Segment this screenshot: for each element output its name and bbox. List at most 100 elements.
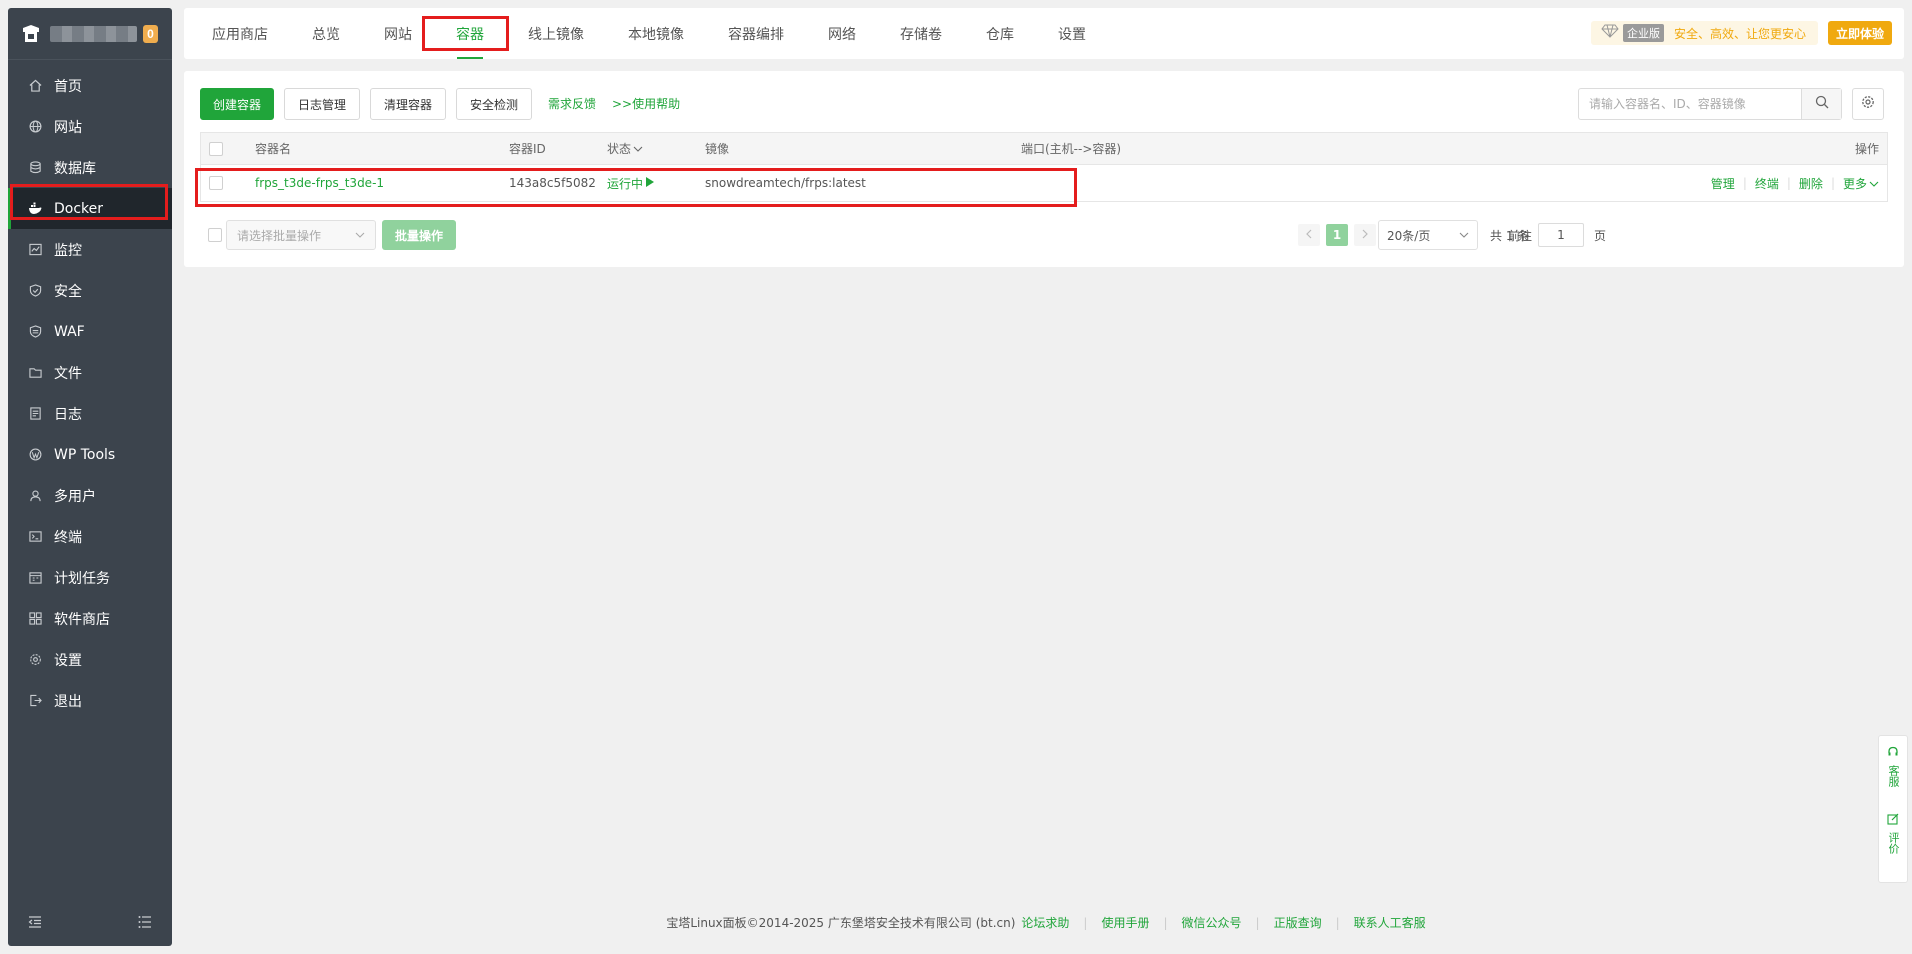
sidebar-item-label: 软件商店 [54, 611, 110, 628]
docker-icon [28, 202, 42, 216]
col-id: 容器ID [509, 142, 546, 156]
copyright-text: 宝塔Linux面板©2014-2025 广东堡塔安全技术有限公司 (bt.cn) [666, 916, 1016, 930]
wechat-link[interactable]: 微信公众号 [1182, 914, 1242, 931]
floating-support-widget: 客服 评价 [1878, 735, 1908, 883]
sidebar-item-label: 安全 [54, 283, 82, 300]
separator: | [1335, 915, 1340, 930]
notification-badge[interactable]: 0 [142, 24, 158, 43]
security-scan-button[interactable]: 安全检测 [456, 88, 532, 120]
sidebar-item-home[interactable]: 首页 [8, 65, 172, 106]
sidebar-item-security[interactable]: 安全 [8, 270, 172, 311]
search-icon [1815, 95, 1829, 113]
feedback-link[interactable]: 需求反馈 [548, 95, 596, 112]
column-settings-button[interactable] [1852, 88, 1884, 120]
sidebar-item-multi-user[interactable]: 多用户 [8, 475, 172, 516]
license-check-link[interactable]: 正版查询 [1274, 914, 1322, 931]
chevron-down-icon [1459, 228, 1469, 242]
container-status[interactable]: 运行中 [607, 165, 655, 201]
sidebar-item-wp-tools[interactable]: WP Tools [8, 434, 172, 475]
next-page-button[interactable] [1354, 224, 1376, 246]
users-icon [28, 489, 42, 503]
container-name-link[interactable]: frps_t3de-frps_t3de-1 [255, 165, 384, 201]
manage-link[interactable]: 管理 [1711, 175, 1735, 192]
chevron-right-icon [1361, 228, 1369, 242]
logout-icon [28, 694, 42, 708]
page-size-select[interactable]: 20条/页 [1378, 220, 1478, 250]
review-button[interactable]: 评价 [1887, 813, 1900, 854]
sidebar-item-logout[interactable]: 退出 [8, 680, 172, 721]
sidebar-item-logs[interactable]: 日志 [8, 393, 172, 434]
sidebar-item-docker[interactable]: Docker [8, 188, 172, 229]
search-input[interactable] [1579, 89, 1801, 119]
help-link[interactable]: >>使用帮助 [612, 95, 680, 112]
goto-page-input[interactable] [1538, 223, 1584, 247]
sidebar-item-website[interactable]: 网站 [8, 106, 172, 147]
folder-icon [28, 366, 42, 380]
shield-icon [28, 284, 42, 298]
clean-containers-button[interactable]: 清理容器 [370, 88, 446, 120]
tab-compose[interactable]: 容器编排 [706, 8, 806, 59]
forum-link[interactable]: 论坛求助 [1021, 914, 1069, 931]
tab-network[interactable]: 网络 [806, 8, 878, 59]
gear-icon [28, 653, 42, 667]
bt-logo-icon[interactable] [22, 24, 40, 44]
sidebar-item-database[interactable]: 数据库 [8, 147, 172, 188]
contact-support-link[interactable]: 联系人工客服 [1354, 914, 1426, 931]
sidebar-item-label: 日志 [54, 406, 82, 423]
select-all-checkbox[interactable] [209, 141, 223, 156]
sidebar: 0 首页 网站 数据库 Docker 监控 安全 WAF 文件 日志 WP To… [8, 8, 172, 946]
sidebar-item-label: 终端 [54, 529, 82, 546]
manual-link[interactable]: 使用手册 [1101, 914, 1149, 931]
footer-select-all-checkbox[interactable] [208, 228, 222, 242]
home-icon [28, 79, 42, 93]
sidebar-item-cron[interactable]: 计划任务 [8, 557, 172, 598]
tab-registry[interactable]: 仓库 [964, 8, 1036, 59]
try-now-button[interactable]: 立即体验 [1827, 21, 1892, 45]
tab-containers[interactable]: 容器 [434, 8, 506, 59]
enterprise-box[interactable]: 企业版 安全、高效、让您更安心 [1590, 21, 1818, 45]
monitor-icon [28, 243, 42, 257]
sidebar-item-waf[interactable]: WAF [8, 311, 172, 352]
batch-select-placeholder: 请选择批量操作 [237, 228, 322, 243]
batch-operation-button[interactable]: 批量操作 [382, 220, 456, 250]
tab-website[interactable]: 网站 [362, 8, 434, 59]
sidebar-item-label: 首页 [54, 78, 82, 95]
tab-settings[interactable]: 设置 [1036, 8, 1108, 59]
customer-service-label: 客服 [1887, 765, 1900, 787]
tab-app-store[interactable]: 应用商店 [190, 8, 290, 59]
col-status[interactable]: 状态 [607, 133, 643, 164]
tab-overview[interactable]: 总览 [290, 8, 362, 59]
waf-icon [28, 325, 42, 339]
terminal-link[interactable]: 终端 [1755, 175, 1779, 192]
create-container-button[interactable]: 创建容器 [200, 88, 274, 120]
sidebar-item-settings[interactable]: 设置 [8, 639, 172, 680]
search-button[interactable] [1801, 89, 1841, 119]
current-page[interactable]: 1 [1326, 224, 1348, 246]
tab-volumes[interactable]: 存储卷 [878, 8, 964, 59]
page-footer: 宝塔Linux面板©2014-2025 广东堡塔安全技术有限公司 (bt.cn)… [0, 914, 1912, 931]
log-management-button[interactable]: 日志管理 [284, 88, 360, 120]
headset-icon [1887, 746, 1899, 761]
sidebar-item-terminal[interactable]: 终端 [8, 516, 172, 557]
globe-icon [28, 120, 42, 134]
separator: | [1255, 915, 1260, 930]
delete-link[interactable]: 删除 [1799, 175, 1823, 192]
enterprise-tag: 企业版 [1622, 24, 1664, 42]
customer-service-button[interactable]: 客服 [1887, 746, 1900, 787]
calendar-icon [28, 571, 42, 585]
row-checkbox[interactable] [209, 176, 223, 190]
prev-page-button[interactable] [1298, 224, 1320, 246]
tab-local-images[interactable]: 本地镜像 [606, 8, 706, 59]
goto-label: 前往 [1508, 228, 1533, 243]
sidebar-item-store[interactable]: 软件商店 [8, 598, 172, 639]
sidebar-item-files[interactable]: 文件 [8, 352, 172, 393]
batch-operation-select[interactable]: 请选择批量操作 [226, 220, 376, 250]
sidebar-item-monitor[interactable]: 监控 [8, 229, 172, 270]
sidebar-item-label: 数据库 [54, 160, 96, 177]
more-dropdown[interactable]: 更多 [1843, 175, 1879, 192]
play-icon [646, 176, 655, 190]
container-id: 143a8c5f5082 [509, 176, 596, 190]
tab-online-images[interactable]: 线上镜像 [506, 8, 606, 59]
page-suffix: 页 [1594, 228, 1607, 243]
sidebar-item-label: 网站 [54, 119, 82, 136]
